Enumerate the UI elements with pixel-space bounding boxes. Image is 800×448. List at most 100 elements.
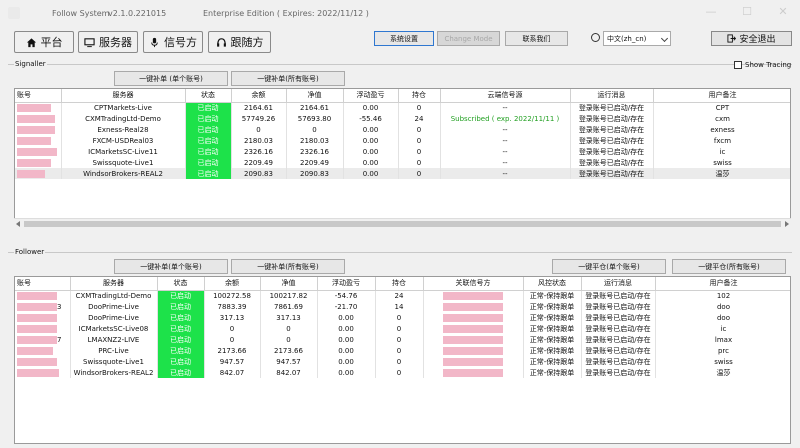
column-header[interactable]: 净值	[286, 89, 344, 103]
redacted-account	[443, 335, 503, 344]
column-header[interactable]: 运行消息	[570, 89, 654, 103]
positions-cell: 14	[375, 301, 424, 312]
account-suffix: 7	[57, 335, 62, 344]
language-select[interactable]: 中文(zh_cn)	[603, 31, 671, 46]
follower-resync-all-button[interactable]: 一键补单(所有账号)	[231, 259, 345, 274]
account-cell[interactable]	[15, 168, 62, 179]
account-cell[interactable]	[15, 124, 62, 135]
column-header[interactable]: 云端信号源	[440, 89, 571, 103]
nav-platform-button[interactable]: 平台	[14, 31, 74, 53]
follower-close-all-button[interactable]: 一键平仓(所有账号)	[672, 259, 786, 274]
balance-cell: 2173.66	[204, 345, 261, 356]
linked-signaller-cell	[423, 356, 524, 367]
account-cell[interactable]	[15, 135, 62, 146]
scroll-right-icon[interactable]	[785, 221, 789, 227]
table-row[interactable]: CXMTradingLtd-Demo 已启动 57749.26 57693.80 -55…	[15, 113, 790, 124]
table-row[interactable]: Swissquote-Live1 已启动 947.57 947.57 0.00 0 正常-保…	[15, 356, 790, 367]
redacted-account	[17, 125, 55, 134]
run-message-cell: 登录账号已启动/存在	[581, 323, 656, 334]
column-header[interactable]: 余额	[231, 89, 287, 103]
close-icon[interactable]: ✕	[776, 4, 790, 18]
scroll-left-icon[interactable]	[16, 221, 20, 227]
column-header[interactable]: 状态	[157, 277, 205, 291]
column-header[interactable]: 余额	[204, 277, 261, 291]
table-row[interactable]: 7 LMAXNZ2-LIVE 已启动 0 0 0.00 0 正常-保持跟单 登录账号已启动/存在…	[15, 334, 790, 345]
maximize-icon[interactable]: ☐	[740, 4, 754, 18]
show-tracing-checkbox[interactable]: Show Tracing	[734, 61, 791, 69]
account-cell[interactable]	[15, 345, 71, 356]
column-header[interactable]: 用户备注	[655, 277, 790, 291]
scrollbar-thumb[interactable]	[24, 221, 781, 227]
table-row[interactable]: Swissquote-Live1 已启动 2209.49 2209.49 0.00 0 --…	[15, 157, 790, 168]
column-header[interactable]: 账号	[15, 89, 62, 103]
account-cell[interactable]	[15, 146, 62, 157]
equity-cell: 0	[260, 323, 318, 334]
server-cell: Exness-Real28	[61, 124, 186, 135]
table-row[interactable]: WindsorBrokers-REAL2 已启动 2090.83 2090.83 0.0…	[15, 168, 790, 179]
table-row[interactable]: 3 DooPrime-Live 已启动 7883.39 7861.69 -21.70 14 正…	[15, 301, 790, 312]
nav-signallers-button[interactable]: 信号方	[143, 31, 203, 53]
table-row[interactable]: FXCM-USDReal03 已启动 2180.03 2180.03 0.00 0 -- 登录…	[15, 135, 790, 146]
user-note-cell: prc	[655, 345, 790, 356]
table-row[interactable]: CXMTradingLtd-Demo 已启动 100272.58 100217.82-…	[15, 290, 790, 301]
change-mode-button[interactable]: Change Mode	[437, 31, 500, 46]
signaller-resync-all-button[interactable]: 一键补单(所有账号)	[231, 71, 345, 86]
status-badge: 已启动	[185, 102, 232, 113]
chevron-down-icon	[660, 34, 669, 43]
pnl-cell: 0.00	[317, 356, 376, 367]
balance-cell: 0	[231, 124, 287, 135]
signaller-resync-single-button[interactable]: 一键补单 (单个账号)	[114, 71, 228, 86]
column-header[interactable]: 风控状态	[523, 277, 582, 291]
logout-button[interactable]: 安全退出	[711, 31, 792, 46]
column-header[interactable]: 持仓	[375, 277, 424, 291]
account-cell[interactable]	[15, 290, 71, 301]
account-cell[interactable]	[15, 356, 71, 367]
column-header[interactable]: 用户备注	[653, 89, 790, 103]
positions-cell: 0	[398, 157, 441, 168]
signaller-table: 账号 服务器 状态 余额 净值 浮动盈亏 持仓 云端信号源 运行消息 用户备注 CPTMarket…	[14, 88, 791, 228]
balance-cell: 947.57	[204, 356, 261, 367]
table-row[interactable]: ICMarketsSC-Live08 已启动 0 0 0.00 0 正常-保持跟单 登录账号已…	[15, 323, 790, 334]
column-header[interactable]: 状态	[185, 89, 232, 103]
table-row[interactable]: DooPrime-Live 已启动 317.13 317.13 0.00 0 正常-保持跟单…	[15, 312, 790, 323]
account-cell[interactable]: 3	[15, 301, 71, 312]
account-cell[interactable]: 7	[15, 334, 71, 345]
positions-cell: 0	[375, 334, 424, 345]
column-header[interactable]: 关联信号方	[423, 277, 524, 291]
table-row[interactable]: CPTMarkets-Live 已启动 2164.61 2164.61 0.00 0 -- 登…	[15, 102, 790, 113]
equity-cell: 7861.69	[260, 301, 318, 312]
account-cell[interactable]	[15, 367, 71, 378]
contact-us-button[interactable]: 联系我们	[505, 31, 568, 46]
account-cell[interactable]	[15, 323, 71, 334]
column-header[interactable]: 浮动盈亏	[317, 277, 376, 291]
redacted-account	[17, 368, 59, 377]
column-header[interactable]: 服务器	[70, 277, 158, 291]
run-message-cell: 登录账号已启动/存在	[581, 301, 656, 312]
system-settings-button[interactable]: 系统设置	[374, 31, 434, 46]
nav-servers-button[interactable]: 服务器	[78, 31, 138, 53]
account-cell[interactable]	[15, 312, 71, 323]
account-cell[interactable]	[15, 102, 62, 113]
minimize-icon[interactable]: —	[704, 4, 718, 18]
follower-close-single-button[interactable]: 一键平仓(单个账号)	[552, 259, 666, 274]
account-cell[interactable]	[15, 113, 62, 124]
server-cell: DooPrime-Live	[70, 312, 158, 323]
column-header[interactable]: 净值	[260, 277, 318, 291]
nav-followers-button[interactable]: 跟随方	[208, 31, 271, 53]
column-header[interactable]: 运行消息	[581, 277, 656, 291]
follower-resync-single-button[interactable]: 一键补单(单个账号)	[114, 259, 228, 274]
column-header[interactable]: 浮动盈亏	[343, 89, 399, 103]
table-row[interactable]: PRC-Live 已启动 2173.66 2173.66 0.00 0 正常-保持跟单 登录账…	[15, 345, 790, 356]
column-header[interactable]: 服务器	[61, 89, 186, 103]
signaller-horizontal-scrollbar[interactable]	[14, 218, 791, 228]
column-header[interactable]: 持仓	[398, 89, 441, 103]
column-header[interactable]: 账号	[15, 277, 71, 291]
table-row[interactable]: ICMarketsSC-Live11 已启动 2326.16 2326.16 0.00 0…	[15, 146, 790, 157]
account-cell[interactable]	[15, 157, 62, 168]
status-badge: 已启动	[157, 356, 205, 367]
equity-cell: 2090.83	[286, 168, 344, 179]
server-cell: WindsorBrokers-REAL2	[70, 367, 158, 378]
table-row[interactable]: Exness-Real28 已启动 0 0 0.00 0 -- 登录账号已启动/存在 exnes…	[15, 124, 790, 135]
user-note-cell: 102	[655, 290, 790, 301]
table-row[interactable]: WindsorBrokers-REAL2 已启动 842.07 842.07 0.00 0…	[15, 367, 790, 378]
